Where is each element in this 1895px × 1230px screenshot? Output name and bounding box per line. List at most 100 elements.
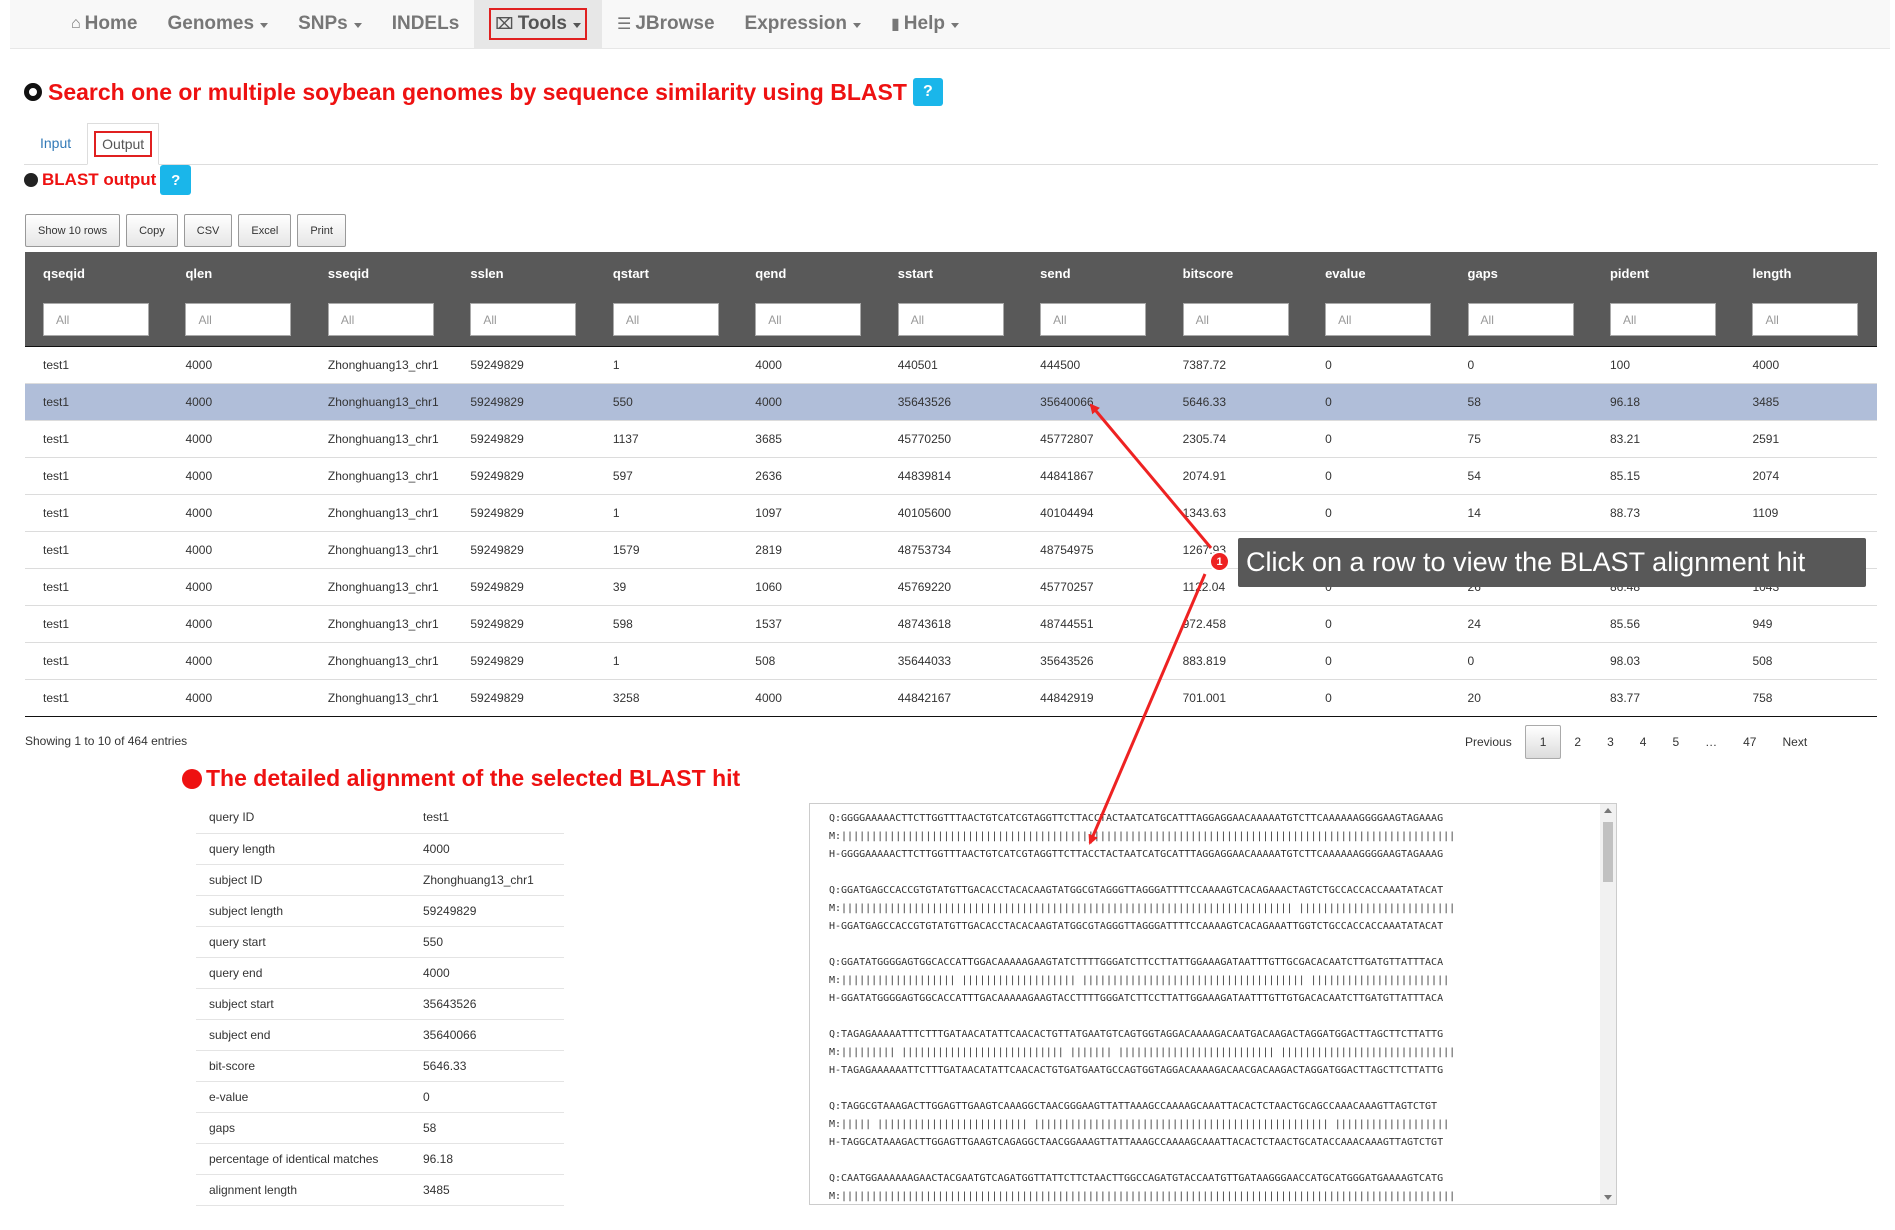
detail-value: 0 [410, 1081, 564, 1113]
table-row[interactable]: test1 4000 Zhonghuang13_chr1 59249829 550 400… [25, 383, 1877, 421]
nav-help[interactable]: ▮ Help [876, 0, 974, 49]
nav-expression[interactable]: Expression [730, 0, 876, 49]
cell-sstart: 44839814 [879, 457, 1023, 495]
scroll-up-icon[interactable] [1604, 808, 1612, 813]
help-button[interactable]: ? [912, 78, 943, 106]
table-row[interactable]: test1 4000 Zhonghuang13_chr1 59249829 597 263… [25, 457, 1877, 495]
nav-genomes[interactable]: Genomes [152, 0, 283, 49]
alignment-query-line: Q:GGATATGGGGAGTGGCACCATTGGACAAAAAGAAGTAT… [829, 957, 1444, 968]
filter-cell-sseqid: All [309, 294, 453, 346]
table-row[interactable]: test1 4000 Zhonghuang13_chr1 59249829 3258 40… [25, 679, 1877, 717]
page-button-5[interactable]: 5 [1659, 725, 1692, 759]
cell-evalue: 0 [1307, 642, 1450, 680]
alignment-hit-line: H-TAGGCATAAAGACTTGGAGTTGAAGTCAGAGGCTAACG… [829, 1137, 1444, 1148]
nav-tools[interactable]: ⌧ Tools [474, 0, 602, 49]
column-header-qlen[interactable]: qlen [167, 252, 310, 294]
column-header-sslen[interactable]: sslen [452, 252, 595, 294]
column-header-pident[interactable]: pident [1591, 252, 1735, 294]
filter-input-length[interactable]: All [1752, 303, 1859, 337]
cell-qstart: 1137 [594, 420, 738, 458]
annotation-badge: 1 [1209, 551, 1230, 572]
detail-value: 3485 [410, 1174, 564, 1206]
cell-pident: 98.03 [1591, 642, 1735, 680]
cell-send: 44842919 [1022, 679, 1165, 717]
alignment-panel[interactable]: Q:GGGGAAAAACTTCTTGGTTTAACTGTCATCGTAGGTTC… [809, 803, 1617, 1205]
alignment-text: Q:GGGGAAAAACTTCTTGGTTTAACTGTCATCGTAGGTTC… [829, 810, 1455, 1204]
show-rows-button[interactable]: Show 10 rows [25, 214, 121, 247]
column-header-gaps[interactable]: gaps [1449, 252, 1592, 294]
nav-home[interactable]: ⌂ Home [56, 0, 152, 49]
cell-bitscore: 701.001 [1164, 679, 1308, 717]
column-header-sstart[interactable]: sstart [879, 252, 1023, 294]
scroll-down-icon[interactable] [1604, 1195, 1612, 1200]
alignment-scrollbar[interactable] [1600, 804, 1616, 1204]
column-header-sseqid[interactable]: sseqid [309, 252, 453, 294]
detail-row: subject start 35643526 [196, 988, 564, 1020]
cell-evalue: 0 [1307, 679, 1450, 717]
page-button-2[interactable]: 2 [1561, 725, 1594, 759]
cell-pident: 83.21 [1591, 420, 1735, 458]
filter-input-pident[interactable]: All [1609, 303, 1716, 337]
filter-input-qend[interactable]: All [755, 303, 862, 337]
table-row[interactable]: test1 4000 Zhonghuang13_chr1 59249829 598 153… [25, 605, 1877, 643]
table-row[interactable]: test1 4000 Zhonghuang13_chr1 59249829 1 1097 4… [25, 494, 1877, 532]
csv-button[interactable]: CSV [183, 214, 233, 247]
detail-row: bit-score 5646.33 [196, 1050, 564, 1082]
scroll-thumb[interactable] [1603, 822, 1613, 882]
page-button-47[interactable]: 47 [1730, 725, 1769, 759]
filter-input-evalue[interactable]: All [1325, 303, 1432, 337]
nav-jbrowse[interactable]: ☰ JBrowse [602, 0, 730, 49]
cell-qseqid: test1 [25, 494, 168, 532]
detail-key: query start [196, 926, 410, 958]
page-button-3[interactable]: 3 [1594, 725, 1627, 759]
table-row[interactable]: test1 4000 Zhonghuang13_chr1 59249829 1 508 35… [25, 642, 1877, 680]
excel-button[interactable]: Excel [238, 214, 292, 247]
filter-input-sslen[interactable]: All [470, 303, 577, 337]
cell-bitscore: 7387.72 [1164, 345, 1308, 384]
cell-sslen: 59249829 [452, 383, 595, 421]
table-info: Showing 1 to 10 of 464 entries [25, 734, 188, 748]
previous-page-button[interactable]: Previous [1452, 725, 1525, 759]
filter-input-qseqid[interactable]: All [43, 303, 149, 337]
table-row[interactable]: test1 4000 Zhonghuang13_chr1 59249829 1137 36… [25, 420, 1877, 458]
print-button[interactable]: Print [297, 214, 346, 247]
filter-input-sseqid[interactable]: All [327, 303, 434, 337]
cell-pident: 85.56 [1591, 605, 1735, 643]
cell-sstart: 48743618 [879, 605, 1023, 643]
cell-evalue: 0 [1307, 345, 1450, 384]
nav-snps[interactable]: SNPs [283, 0, 377, 49]
cell-length: 1109 [1734, 494, 1877, 532]
table-row[interactable]: test1 4000 Zhonghuang13_chr1 59249829 1 4000 4… [25, 345, 1877, 384]
cell-pident: 100 [1591, 345, 1735, 384]
cell-qend: 1537 [737, 605, 880, 643]
column-header-send[interactable]: send [1022, 252, 1165, 294]
bullet-dot-icon [24, 173, 38, 187]
next-page-button[interactable]: Next [1769, 725, 1820, 759]
tab-output[interactable]: Output [87, 123, 160, 165]
filter-input-qstart[interactable]: All [612, 303, 719, 337]
column-header-bitscore[interactable]: bitscore [1164, 252, 1308, 294]
cell-pident: 96.18 [1591, 383, 1735, 421]
cell-pident: 88.73 [1591, 494, 1735, 532]
column-header-qseqid[interactable]: qseqid [25, 252, 168, 294]
detail-value: 550 [410, 926, 564, 958]
column-header-evalue[interactable]: evalue [1307, 252, 1450, 294]
filter-input-bitscore[interactable]: All [1182, 303, 1289, 337]
page-button-4[interactable]: 4 [1627, 725, 1660, 759]
filter-input-send[interactable]: All [1040, 303, 1147, 337]
filter-input-gaps[interactable]: All [1467, 303, 1574, 337]
nav-indels[interactable]: INDELs [377, 0, 475, 49]
column-header-length[interactable]: length [1734, 252, 1877, 294]
cell-sslen: 59249829 [452, 568, 595, 606]
tab-input[interactable]: Input [24, 122, 87, 164]
copy-button[interactable]: Copy [126, 214, 178, 247]
filter-input-sstart[interactable]: All [897, 303, 1004, 337]
filter-input-qlen[interactable]: All [185, 303, 292, 337]
alignment-query-line: Q:CAATGGAAAAAAGAACTACGAATGTCAGATGGTTATTC… [829, 1173, 1444, 1184]
cell-qlen: 4000 [167, 494, 310, 532]
column-header-qstart[interactable]: qstart [594, 252, 738, 294]
column-header-qend[interactable]: qend [737, 252, 880, 294]
output-help-button[interactable]: ? [160, 165, 192, 195]
cell-evalue: 0 [1307, 420, 1450, 458]
page-button-1[interactable]: 1 [1524, 725, 1562, 759]
